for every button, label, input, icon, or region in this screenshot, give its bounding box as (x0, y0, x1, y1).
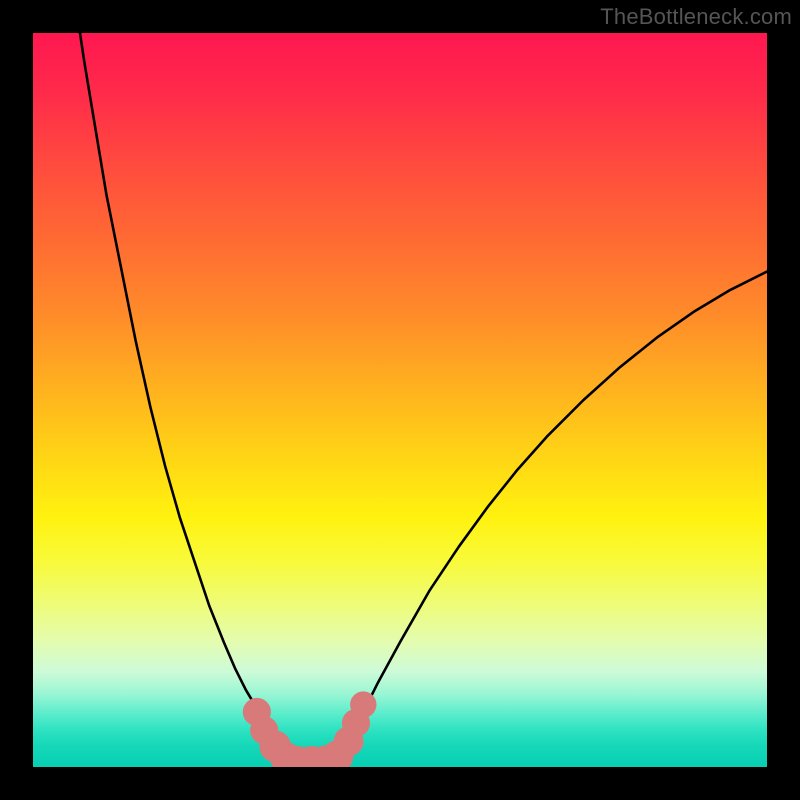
marker-group (243, 691, 377, 767)
curve-right-branch (334, 272, 767, 762)
plot-area (33, 33, 767, 767)
curve-group (80, 33, 767, 761)
chart-svg (33, 33, 767, 767)
watermark-text: TheBottleneck.com (600, 4, 792, 30)
marker-dot (350, 691, 376, 717)
chart-frame: TheBottleneck.com (0, 0, 800, 800)
curve-left-branch (80, 33, 301, 761)
